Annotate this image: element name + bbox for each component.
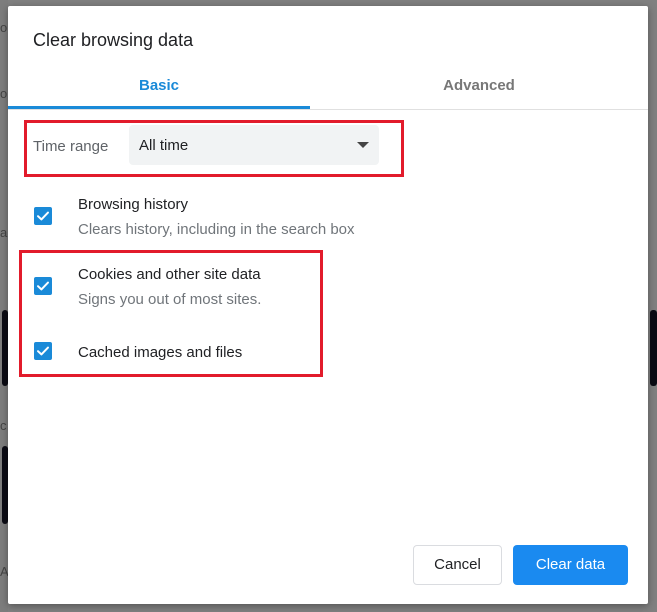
clear-data-button[interactable]: Clear data <box>513 545 628 585</box>
checkmark-icon <box>37 211 49 221</box>
tab-advanced[interactable]: Advanced <box>328 72 630 110</box>
tabs-divider <box>8 109 648 110</box>
tab-bar: Basic Advanced <box>8 72 648 110</box>
browsing-history-checkbox[interactable] <box>34 207 52 225</box>
background-thumbnail <box>650 310 657 386</box>
browsing-history-description: Clears history, including in the search … <box>78 221 355 238</box>
background-text-fragment: a <box>0 225 8 240</box>
background-text-fragment: o <box>0 20 8 35</box>
cookies-cache-highlight <box>19 250 323 377</box>
browsing-history-title: Browsing history <box>78 196 189 213</box>
background-text-fragment: o <box>0 86 8 101</box>
time-range-highlight <box>24 120 404 177</box>
dialog-title: Clear browsing data <box>33 30 194 50</box>
background-text-fragment: c <box>0 418 7 433</box>
cancel-button[interactable]: Cancel <box>413 545 502 585</box>
clear-browsing-data-dialog: Clear browsing data Basic Advanced Time … <box>8 6 648 604</box>
tab-basic[interactable]: Basic <box>8 72 310 110</box>
